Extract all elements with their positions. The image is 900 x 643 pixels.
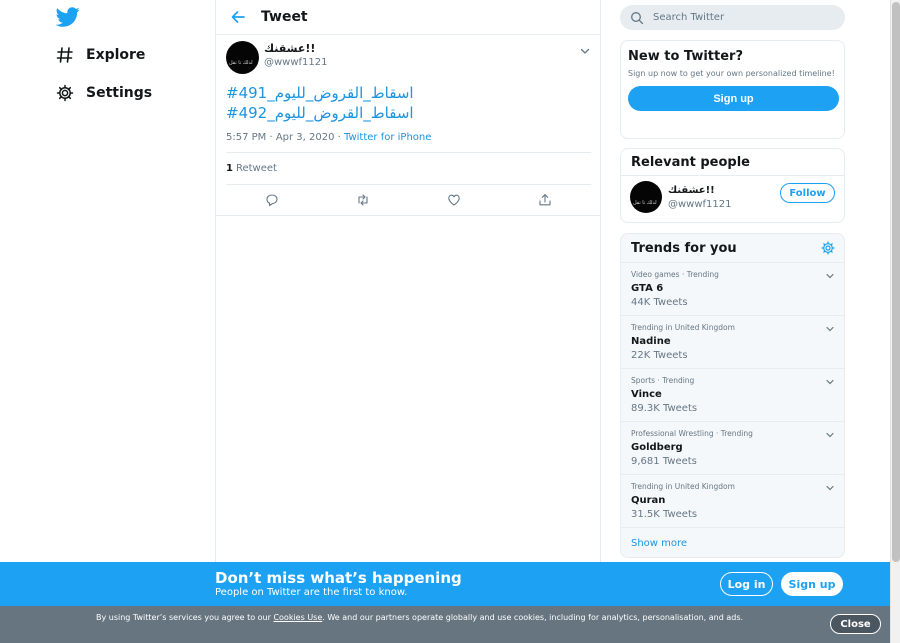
share-icon[interactable]: [538, 193, 552, 207]
signup-button[interactable]: Sign up: [628, 86, 839, 111]
trend-name: GTA 6: [631, 283, 664, 294]
hash-icon: [56, 46, 74, 64]
card-title: New to Twitter?: [628, 49, 744, 64]
cookie-text-end: . We and our partners operate globally a…: [322, 613, 744, 622]
trend-count: 89.3K Tweets: [631, 403, 698, 414]
search-icon: [630, 11, 644, 25]
author-info: عشقنك!! @wwwf1121: [264, 42, 328, 69]
trend-name: Nadine: [631, 336, 671, 347]
chevron-down-icon[interactable]: [579, 45, 591, 57]
avatar[interactable]: لذلك تا تقل: [630, 181, 662, 213]
trend-item[interactable]: Video games · Trending GTA 6 44K Tweets: [621, 263, 844, 316]
nav-item-settings[interactable]: Settings: [56, 81, 152, 105]
trend-count: 22K Tweets: [631, 350, 688, 361]
cookie-text-start: By using Twitter’s services you agree to…: [96, 613, 274, 622]
chevron-down-icon[interactable]: [825, 483, 835, 493]
chevron-down-icon[interactable]: [825, 324, 835, 334]
page-header: Tweet: [216, 0, 600, 35]
trend-item[interactable]: Professional Wrestling · Trending Goldbe…: [621, 422, 844, 475]
avatar-text: لذلك تا تقل: [633, 200, 657, 206]
retweet-label: Retweet: [235, 163, 277, 174]
close-button[interactable]: Close: [830, 614, 881, 634]
retweet-count: 1: [226, 163, 233, 174]
user-info: عشقنك!! @wwwf1121: [668, 184, 732, 211]
tweet-meta: 5:57 PM · Apr 3, 2020 · Twitter for iPho…: [226, 131, 591, 153]
hashtag-link[interactable]: #اسقاط_القروض_لليوم_491: [226, 83, 591, 103]
trends-header: Trends for you: [621, 234, 844, 263]
trend-name: Vince: [631, 389, 662, 400]
tweet-timestamp[interactable]: 5:57 PM · Apr 3, 2020 ·: [226, 132, 344, 143]
twitter-bird-icon[interactable]: [56, 5, 80, 29]
author-name[interactable]: عشقنك!!: [264, 42, 328, 56]
trend-context: Professional Wrestling · Trending: [631, 429, 753, 438]
tweet: لذلك تا تقل عشقنك!! @wwwf1121 #اسقاط_الق…: [216, 41, 600, 216]
nav-item-label: Explore: [86, 47, 146, 63]
tweet-author: لذلك تا تقل عشقنك!! @wwwf1121: [226, 41, 591, 74]
banner-signup-button[interactable]: Sign up: [781, 572, 843, 596]
user-handle[interactable]: @wwwf1121: [668, 198, 732, 211]
arrow-left-icon[interactable]: [228, 7, 248, 27]
card-title: Relevant people: [621, 149, 844, 176]
retweet-icon[interactable]: [356, 193, 370, 207]
gear-icon[interactable]: [821, 241, 835, 255]
trend-context: Video games · Trending: [631, 270, 719, 279]
tweet-source-link[interactable]: Twitter for iPhone: [344, 132, 431, 143]
reply-icon[interactable]: [265, 193, 279, 207]
hashtag-link[interactable]: #اسقاط_القروض_لليوم_492: [226, 103, 591, 123]
trend-count: 31.5K Tweets: [631, 509, 698, 520]
search-input[interactable]: [653, 12, 833, 23]
relevant-user[interactable]: لذلك تا تقل عشقنك!! @wwwf1121 Follow: [621, 176, 844, 218]
scrollbar[interactable]: [890, 0, 900, 643]
chevron-down-icon[interactable]: [825, 377, 835, 387]
banner-headline: Don’t miss what’s happening: [215, 569, 462, 587]
chevron-down-icon[interactable]: [825, 430, 835, 440]
nav-item-explore[interactable]: Explore: [56, 43, 145, 67]
trends-card: Trends for you Video games · Trending GT…: [620, 233, 845, 558]
trend-item[interactable]: Trending in United Kingdom Quran 31.5K T…: [621, 475, 844, 528]
like-icon[interactable]: [447, 193, 461, 207]
signup-banner: Don’t miss what’s happening People on Tw…: [0, 562, 890, 606]
cookie-text: By using Twitter’s services you agree to…: [96, 612, 776, 624]
trend-item[interactable]: Sports · Trending Vince 89.3K Tweets: [621, 369, 844, 422]
banner-subline: People on Twitter are the first to know.: [215, 587, 408, 598]
chevron-down-icon[interactable]: [825, 271, 835, 281]
card-description: Sign up now to get your own personalized…: [628, 69, 835, 78]
avatar[interactable]: لذلك تا تقل: [226, 41, 259, 74]
trend-context: Trending in United Kingdom: [631, 323, 735, 332]
gear-icon: [56, 84, 74, 102]
new-to-twitter-card: New to Twitter? Sign up now to get your …: [620, 40, 845, 139]
author-handle[interactable]: @wwwf1121: [264, 56, 328, 69]
trend-count: 9,681 Tweets: [631, 456, 697, 467]
user-name[interactable]: عشقنك!!: [668, 184, 732, 198]
show-more-link[interactable]: Show more: [621, 528, 844, 559]
tweet-stats[interactable]: 1 Retweet: [226, 153, 591, 185]
trend-context: Trending in United Kingdom: [631, 482, 735, 491]
trend-name: Quran: [631, 495, 666, 506]
scrollbar-thumb[interactable]: [892, 2, 900, 562]
tweet-text: #اسقاط_القروض_لليوم_491 #اسقاط_القروض_لل…: [226, 83, 591, 123]
main-column: Tweet لذلك تا تقل عشقنك!! @wwwf1121 #اسق…: [215, 0, 601, 643]
nav-item-label: Settings: [86, 85, 153, 101]
tweet-actions: [216, 185, 600, 216]
search-box[interactable]: [620, 5, 845, 30]
trend-context: Sports · Trending: [631, 376, 695, 385]
relevant-people-card: Relevant people لذلك تا تقل عشقنك!! @www…: [620, 148, 845, 223]
cookie-bar: By using Twitter’s services you agree to…: [0, 606, 890, 643]
trend-name: Goldberg: [631, 442, 683, 453]
follow-button[interactable]: Follow: [780, 183, 835, 203]
avatar-text: لذلك تا تقل: [229, 60, 253, 66]
cookies-use-link[interactable]: Cookies Use: [273, 613, 322, 622]
card-title: Trends for you: [631, 240, 737, 256]
page-title: Tweet: [261, 9, 308, 25]
login-button[interactable]: Log in: [720, 572, 773, 596]
trend-item[interactable]: Trending in United Kingdom Nadine 22K Tw…: [621, 316, 844, 369]
trend-count: 44K Tweets: [631, 297, 688, 308]
